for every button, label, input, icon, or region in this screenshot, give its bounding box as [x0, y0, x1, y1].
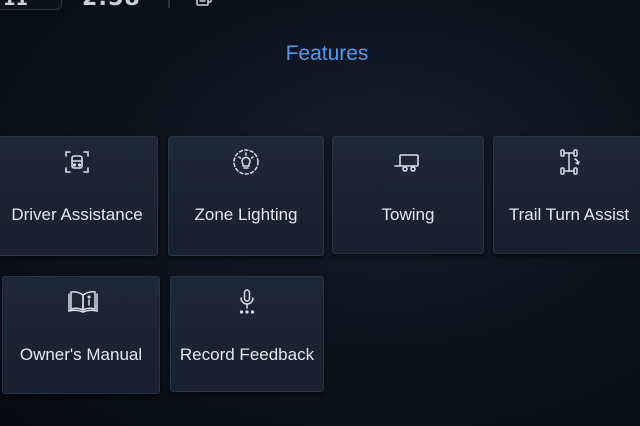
tile-label: Record Feedback	[179, 345, 315, 364]
status-divider	[168, 0, 170, 8]
tile-driver-assistance[interactable]: Driver Assistance	[0, 136, 158, 256]
microphone-icon	[232, 287, 262, 317]
status-chip[interactable]: 11	[0, 0, 62, 10]
tile-trail-turn-assist[interactable]: Trail Turn Assist	[493, 136, 640, 254]
status-chip-text: 11	[3, 0, 28, 10]
tile-zone-lighting[interactable]: Zone Lighting	[168, 136, 324, 256]
tile-towing[interactable]: Towing	[332, 136, 484, 254]
tile-owners-manual[interactable]: Owner's Manual	[2, 276, 160, 394]
status-bar: 11 2:58	[0, 0, 640, 11]
tile-label: Towing	[381, 205, 435, 224]
clock: 2:58	[82, 0, 141, 11]
driver-assist-icon	[62, 147, 92, 177]
book-info-icon	[66, 287, 98, 317]
trail-turn-icon	[554, 147, 584, 177]
trailer-icon	[393, 147, 423, 177]
tile-label: Trail Turn Assist	[508, 205, 630, 224]
tile-label: Zone Lighting	[194, 205, 298, 224]
tile-label: Owner's Manual	[19, 345, 143, 364]
tile-record-feedback[interactable]: Record Feedback	[170, 276, 324, 392]
page-title: Features	[285, 42, 369, 65]
zone-lighting-icon	[231, 147, 261, 177]
tile-label: Driver Assistance	[11, 205, 143, 224]
stack-pages-icon[interactable]	[194, 0, 214, 8]
